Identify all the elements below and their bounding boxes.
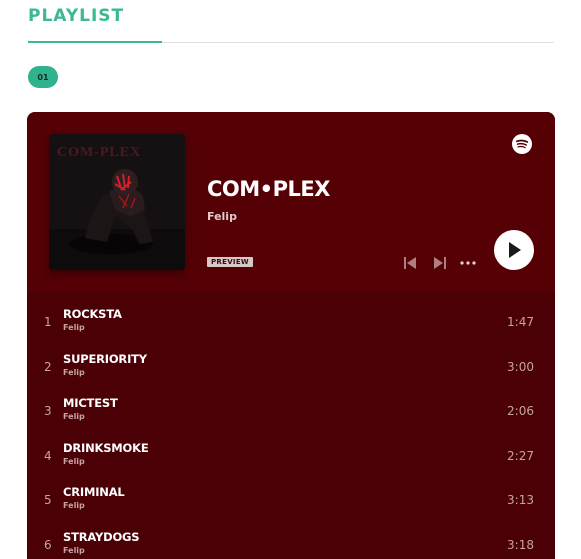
spotify-player: COM-PLEX COM•PLEX Felip PREVIEW 1 ROCKST… — [27, 112, 555, 559]
track-artist: Felip — [63, 456, 85, 466]
track-artist: Felip — [63, 412, 85, 422]
preview-badge: PREVIEW — [207, 257, 253, 267]
track-duration: 3:00 — [507, 359, 534, 374]
album-cover: COM-PLEX — [49, 134, 185, 270]
track-title: ROCKSTA — [63, 307, 122, 321]
track-duration: 3:13 — [507, 493, 534, 508]
skip-next-icon[interactable] — [431, 254, 449, 272]
track-row[interactable]: 3 MICTEST Felip 2:06 — [27, 383, 555, 428]
track-artist: Felip — [63, 501, 85, 511]
track-title: CRIMINAL — [63, 485, 125, 500]
page: PLAYLIST 01 COM-PLEX COM•PLEX Felip PREV… — [0, 0, 581, 559]
section-title: PLAYLIST — [28, 6, 125, 26]
track-duration: 2:27 — [507, 448, 534, 463]
album-title: COM•PLEX — [207, 177, 330, 201]
track-duration: 3:18 — [507, 537, 534, 552]
playlist-number-badge[interactable]: 01 — [28, 66, 58, 88]
track-row[interactable]: 4 DRINKSMOKE Felip 2:27 — [27, 428, 555, 473]
track-row[interactable]: 6 STRAYDOGS Felip 3:18 — [27, 517, 555, 559]
track-title: DRINKSMOKE — [63, 440, 149, 455]
track-number: 3 — [44, 404, 52, 419]
track-number: 6 — [44, 537, 52, 552]
play-icon — [509, 242, 521, 258]
track-artist: Felip — [63, 545, 85, 555]
track-duration: 2:06 — [507, 404, 534, 419]
track-row[interactable]: 2 SUPERIORITY Felip 3:00 — [27, 339, 555, 384]
spotify-icon[interactable] — [512, 134, 532, 154]
play-button[interactable] — [494, 230, 534, 270]
track-row[interactable]: 5 CRIMINAL Felip 3:13 — [27, 472, 555, 517]
track-duration: 1:47 — [507, 315, 534, 329]
track-number: 2 — [44, 359, 52, 374]
tab-active-indicator — [28, 41, 162, 43]
skip-previous-icon[interactable] — [401, 254, 419, 272]
track-title: MICTEST — [63, 396, 118, 411]
track-number: 1 — [44, 315, 52, 329]
track-list: 1 ROCKSTA Felip 1:47 2 SUPERIORITY Felip… — [27, 294, 555, 559]
album-artist[interactable]: Felip — [207, 210, 237, 223]
cover-title-text: COM-PLEX — [57, 145, 141, 160]
track-number: 4 — [44, 448, 52, 463]
track-title: STRAYDOGS — [63, 529, 140, 544]
track-row[interactable]: 1 ROCKSTA Felip 1:47 — [27, 294, 555, 339]
track-artist: Felip — [63, 323, 85, 332]
more-icon[interactable] — [459, 254, 477, 272]
track-artist: Felip — [63, 367, 85, 377]
track-number: 5 — [44, 493, 52, 508]
player-header: COM-PLEX COM•PLEX Felip PREVIEW — [27, 112, 555, 292]
track-title: SUPERIORITY — [63, 351, 147, 366]
